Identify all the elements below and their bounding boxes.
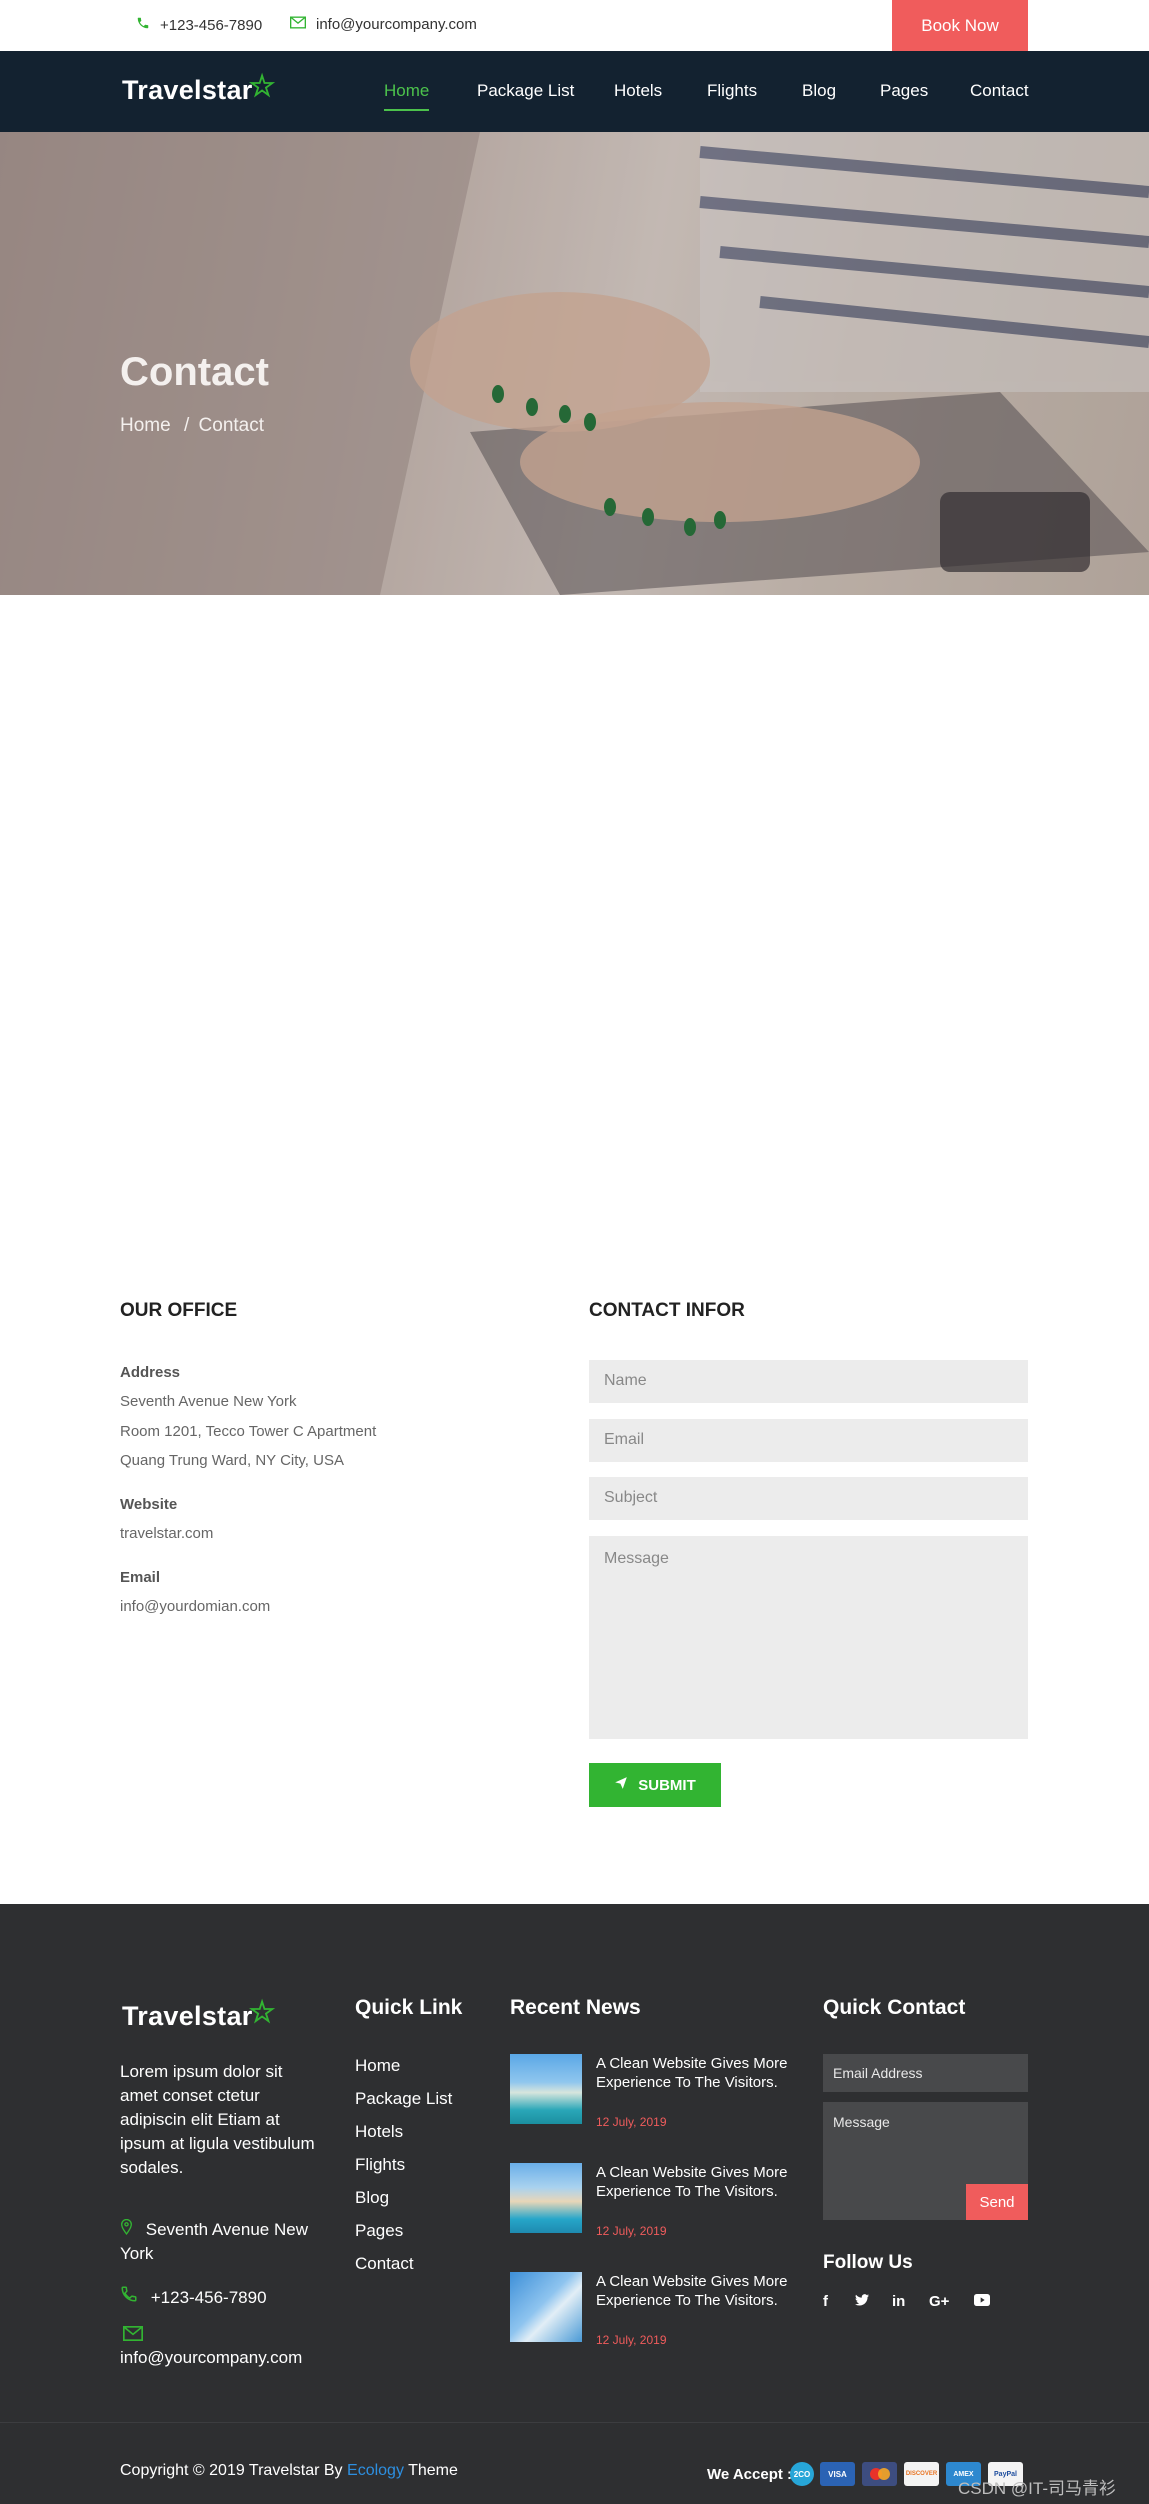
envelope-icon	[122, 2326, 144, 2346]
nav-blog[interactable]: Blog	[802, 81, 836, 101]
logo-text: Travelstar	[122, 75, 253, 105]
main-navbar: Travelstar ☆ Home Package List Hotels Fl…	[0, 51, 1149, 132]
copyright-prefix: Copyright © 2019 Travelstar By	[120, 2462, 343, 2479]
name-field[interactable]: Name	[589, 1360, 1028, 1403]
top-email[interactable]: info@yourcompany.com	[290, 16, 477, 33]
news-item[interactable]: A Clean Website Gives More Experience To…	[510, 2054, 800, 2129]
theme-link[interactable]: Ecology	[347, 2462, 404, 2479]
website-label: Website	[120, 1496, 178, 1513]
top-bar: +123-456-7890 info@yourcompany.com Book …	[0, 0, 1149, 51]
copyright: Copyright © 2019 Travelstar By Ecology T…	[120, 2462, 458, 2480]
facebook-icon[interactable]: f	[823, 2293, 828, 2310]
footer-link-flights[interactable]: Flights	[355, 2155, 405, 2175]
book-now-button[interactable]: Book Now	[892, 0, 1028, 51]
watermark: CSDN @IT-司马青衫	[958, 2479, 1116, 2498]
mastercard-card-icon	[862, 2462, 897, 2486]
discover-card-icon: DISCOVER	[904, 2462, 939, 2486]
footer-phone-text: +123-456-7890	[150, 2288, 267, 2307]
star-icon: ☆	[248, 1996, 276, 2029]
footer-description: Lorem ipsum dolor sit amet conset ctetur…	[120, 2062, 315, 2177]
contact-form-title: CONTACT INFOR	[589, 1300, 745, 1321]
address-label: Address	[120, 1364, 181, 1381]
footer-link-home[interactable]: Home	[355, 2056, 400, 2076]
news-item[interactable]: A Clean Website Gives More Experience To…	[510, 2272, 800, 2347]
footer-address: Seventh Avenue New York	[120, 2218, 330, 2266]
news-date: 12 July, 2019	[596, 2333, 667, 2347]
hero-banner: Contact Home / Contact	[0, 132, 1149, 595]
email-field[interactable]: Email	[589, 1419, 1028, 1462]
news-title[interactable]: A Clean Website Gives More Experience To…	[596, 2272, 796, 2310]
message-field[interactable]: Message	[589, 1536, 1028, 1739]
nav-home[interactable]: Home	[384, 81, 430, 111]
nav-flights[interactable]: Flights	[707, 81, 757, 101]
footer-address-text: Seventh Avenue New York	[120, 2220, 308, 2263]
footer: Travelstar ☆ Lorem ipsum dolor sit amet …	[0, 1904, 1149, 2504]
submit-button[interactable]: SUBMIT	[589, 1763, 721, 1807]
phone-icon	[136, 16, 150, 34]
quick-contact-title: Quick Contact	[823, 1996, 966, 2019]
breadcrumb-current: Contact	[198, 415, 265, 436]
breadcrumb-separator: /	[183, 415, 190, 436]
office-title: OUR OFFICE	[120, 1300, 238, 1321]
news-date: 12 July, 2019	[596, 2224, 667, 2238]
google-plus-icon[interactable]: G+	[929, 2293, 949, 2310]
visa-card-icon: VISA	[820, 2462, 855, 2486]
address-line: Room 1201, Tecco Tower C Apartment	[120, 1423, 377, 1440]
footer-logo-text: Travelstar	[122, 2001, 253, 2031]
youtube-icon[interactable]	[974, 2293, 990, 2310]
footer-logo[interactable]: Travelstar ☆	[122, 1996, 276, 2034]
footer-link-hotels[interactable]: Hotels	[355, 2122, 403, 2142]
news-item[interactable]: A Clean Website Gives More Experience To…	[510, 2163, 800, 2238]
footer-email[interactable]: info@yourcompany.com	[120, 2348, 302, 2368]
office-email-link[interactable]: info@yourdomian.com	[120, 1598, 270, 1615]
subject-field[interactable]: Subject	[589, 1477, 1028, 1520]
news-date: 12 July, 2019	[596, 2115, 667, 2129]
email-label: Email	[120, 1569, 161, 1586]
nav-package-list[interactable]: Package List	[477, 81, 574, 101]
nav-hotels[interactable]: Hotels	[614, 81, 662, 101]
twitter-icon[interactable]	[855, 2293, 869, 2310]
phone-icon	[120, 2286, 143, 2307]
footer-divider	[0, 2422, 1149, 2423]
top-phone-text: +123-456-7890	[160, 16, 263, 34]
address-line: Quang Trung Ward, NY City, USA	[120, 1452, 344, 1469]
news-title[interactable]: A Clean Website Gives More Experience To…	[596, 2163, 796, 2201]
submit-label: SUBMIT	[638, 1776, 696, 1794]
news-thumbnail[interactable]	[510, 2272, 582, 2342]
copyright-suffix: Theme	[408, 2462, 458, 2479]
nav-contact[interactable]: Contact	[970, 81, 1029, 101]
star-icon: ☆	[248, 70, 276, 103]
paper-plane-icon	[614, 1776, 628, 1794]
nav-pages[interactable]: Pages	[880, 81, 928, 101]
map-pin-icon	[120, 2218, 138, 2239]
footer-link-package-list[interactable]: Package List	[355, 2089, 452, 2109]
quick-contact-email-input[interactable]: Email Address	[823, 2054, 1028, 2092]
breadcrumb-home[interactable]: Home	[120, 415, 171, 436]
2co-card-icon: 2CO	[790, 2462, 814, 2486]
top-phone[interactable]: +123-456-7890	[136, 16, 262, 34]
map-placeholder	[0, 595, 1149, 1270]
footer-link-blog[interactable]: Blog	[355, 2188, 389, 2208]
page-title: Contact	[120, 350, 269, 394]
website-link[interactable]: travelstar.com	[120, 1525, 213, 1542]
top-email-text: info@yourcompany.com	[316, 16, 477, 33]
footer-link-pages[interactable]: Pages	[355, 2221, 403, 2241]
we-accept-label: We Accept :	[707, 2466, 793, 2483]
breadcrumb: Home / Contact	[120, 415, 264, 437]
news-title[interactable]: A Clean Website Gives More Experience To…	[596, 2054, 796, 2092]
news-thumbnail[interactable]	[510, 2163, 582, 2233]
news-thumbnail[interactable]	[510, 2054, 582, 2124]
footer-link-contact[interactable]: Contact	[355, 2254, 414, 2274]
quick-link-title: Quick Link	[355, 1996, 463, 2019]
logo[interactable]: Travelstar ☆	[122, 70, 276, 108]
follow-us-title: Follow Us	[823, 2252, 913, 2273]
recent-news-title: Recent News	[510, 1996, 641, 2019]
envelope-icon	[290, 16, 306, 33]
footer-phone[interactable]: +123-456-7890	[120, 2285, 267, 2308]
address-line: Seventh Avenue New York	[120, 1393, 297, 1410]
linkedin-icon[interactable]: in	[892, 2293, 905, 2310]
send-button[interactable]: Send	[966, 2184, 1028, 2220]
